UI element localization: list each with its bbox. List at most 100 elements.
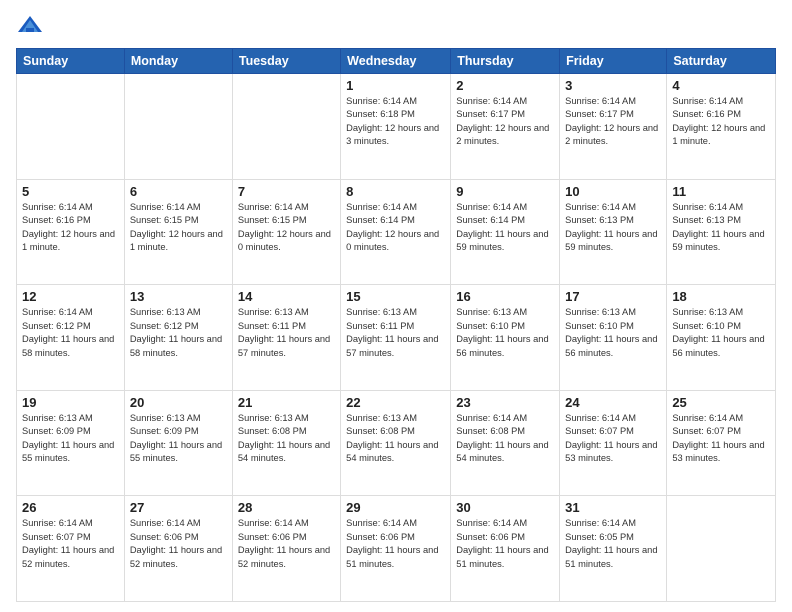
day-info: Sunrise: 6:13 AM Sunset: 6:11 PM Dayligh… [346,306,445,360]
day-cell: 31Sunrise: 6:14 AM Sunset: 6:05 PM Dayli… [560,496,667,602]
day-number: 7 [238,184,335,199]
day-number: 12 [22,289,119,304]
day-cell: 27 Sunrise: 6:14 AM Sunset: 6:06 PM Dayli… [124,496,232,602]
day-cell: 26 Sunrise: 6:14 AM Sunset: 6:07 PM Dayli… [17,496,125,602]
day-info: Sunrise: 6:14 AM Sunset: 6:17 PM Dayligh… [456,95,554,149]
day-info: Sunrise: 6:14 AM Sunset: 6:12 PM Dayligh… [22,306,119,360]
day-info: Sunrise: 6:14 AM Sunset: 6:15 PM Dayligh… [130,201,227,255]
day-info: Sunrise: 6:13 AM Sunset: 6:10 PM Dayligh… [565,306,661,360]
day-number: 11 [672,184,770,199]
day-cell: 21 Sunrise: 6:13 AM Sunset: 6:08 PM Dayli… [232,390,340,496]
calendar-table: SundayMondayTuesdayWednesdayThursdayFrid… [16,48,776,602]
day-info: Sunrise: 6:13 AM Sunset: 6:09 PM Dayligh… [22,412,119,466]
day-number: 26 [22,500,119,515]
day-number: 27 [130,500,227,515]
day-info: Sunrise: 6:14 AM Sunset: 6:06 PM Dayligh… [238,517,335,571]
day-number: 1 [346,78,445,93]
day-info: Sunrise: 6:13 AM Sunset: 6:09 PM Dayligh… [130,412,227,466]
day-cell: 9Sunrise: 6:14 AM Sunset: 6:14 PM Daylig… [451,179,560,285]
page: SundayMondayTuesdayWednesdayThursdayFrid… [0,0,792,612]
day-cell: 29 Sunrise: 6:14 AM Sunset: 6:06 PM Dayli… [341,496,451,602]
day-info: Sunrise: 6:14 AM Sunset: 6:13 PM Dayligh… [672,201,770,255]
day-cell [17,74,125,180]
day-cell: 19 Sunrise: 6:13 AM Sunset: 6:09 PM Dayli… [17,390,125,496]
day-cell: 3 Sunrise: 6:14 AM Sunset: 6:17 PM Daylig… [560,74,667,180]
day-cell: 15 Sunrise: 6:13 AM Sunset: 6:11 PM Dayli… [341,285,451,391]
col-header-wednesday: Wednesday [341,49,451,74]
day-info: Sunrise: 6:14 AM Sunset: 6:17 PM Dayligh… [565,95,661,149]
day-cell [667,496,776,602]
day-number: 20 [130,395,227,410]
day-info: Sunrise: 6:14 AM Sunset: 6:14 PM Dayligh… [346,201,445,255]
day-cell: 2Sunrise: 6:14 AM Sunset: 6:17 PM Daylig… [451,74,560,180]
day-info: Sunrise: 6:14 AM Sunset: 6:06 PM Dayligh… [346,517,445,571]
day-info: Sunrise: 6:14 AM Sunset: 6:15 PM Dayligh… [238,201,335,255]
day-cell [232,74,340,180]
day-cell: 23Sunrise: 6:14 AM Sunset: 6:08 PM Dayli… [451,390,560,496]
col-header-monday: Monday [124,49,232,74]
day-info: Sunrise: 6:13 AM Sunset: 6:08 PM Dayligh… [346,412,445,466]
day-number: 19 [22,395,119,410]
day-info: Sunrise: 6:13 AM Sunset: 6:10 PM Dayligh… [456,306,554,360]
day-cell: 6 Sunrise: 6:14 AM Sunset: 6:15 PM Daylig… [124,179,232,285]
day-number: 18 [672,289,770,304]
week-row-4: 26 Sunrise: 6:14 AM Sunset: 6:07 PM Dayli… [17,496,776,602]
col-header-sunday: Sunday [17,49,125,74]
logo-icon [16,12,44,40]
day-cell: 12 Sunrise: 6:14 AM Sunset: 6:12 PM Dayli… [17,285,125,391]
day-cell: 8 Sunrise: 6:14 AM Sunset: 6:14 PM Daylig… [341,179,451,285]
day-number: 10 [565,184,661,199]
day-number: 30 [456,500,554,515]
day-number: 31 [565,500,661,515]
day-number: 3 [565,78,661,93]
day-number: 23 [456,395,554,410]
day-info: Sunrise: 6:14 AM Sunset: 6:16 PM Dayligh… [22,201,119,255]
week-row-1: 5 Sunrise: 6:14 AM Sunset: 6:16 PM Daylig… [17,179,776,285]
day-cell: 18Sunrise: 6:13 AM Sunset: 6:10 PM Dayli… [667,285,776,391]
day-cell: 17 Sunrise: 6:13 AM Sunset: 6:10 PM Dayli… [560,285,667,391]
day-number: 25 [672,395,770,410]
day-number: 4 [672,78,770,93]
day-cell: 1 Sunrise: 6:14 AM Sunset: 6:18 PM Daylig… [341,74,451,180]
day-info: Sunrise: 6:14 AM Sunset: 6:18 PM Dayligh… [346,95,445,149]
day-number: 17 [565,289,661,304]
day-cell: 10Sunrise: 6:14 AM Sunset: 6:13 PM Dayli… [560,179,667,285]
day-cell: 14Sunrise: 6:13 AM Sunset: 6:11 PM Dayli… [232,285,340,391]
col-header-friday: Friday [560,49,667,74]
day-info: Sunrise: 6:13 AM Sunset: 6:12 PM Dayligh… [130,306,227,360]
day-cell: 22 Sunrise: 6:13 AM Sunset: 6:08 PM Dayli… [341,390,451,496]
calendar-header-row: SundayMondayTuesdayWednesdayThursdayFrid… [17,49,776,74]
day-number: 28 [238,500,335,515]
week-row-3: 19 Sunrise: 6:13 AM Sunset: 6:09 PM Dayli… [17,390,776,496]
day-number: 15 [346,289,445,304]
day-number: 6 [130,184,227,199]
day-number: 8 [346,184,445,199]
week-row-0: 1 Sunrise: 6:14 AM Sunset: 6:18 PM Daylig… [17,74,776,180]
day-cell: 13Sunrise: 6:13 AM Sunset: 6:12 PM Dayli… [124,285,232,391]
day-number: 5 [22,184,119,199]
day-number: 29 [346,500,445,515]
day-info: Sunrise: 6:14 AM Sunset: 6:07 PM Dayligh… [565,412,661,466]
day-info: Sunrise: 6:14 AM Sunset: 6:06 PM Dayligh… [130,517,227,571]
day-info: Sunrise: 6:13 AM Sunset: 6:08 PM Dayligh… [238,412,335,466]
day-info: Sunrise: 6:14 AM Sunset: 6:06 PM Dayligh… [456,517,554,571]
day-info: Sunrise: 6:14 AM Sunset: 6:07 PM Dayligh… [22,517,119,571]
day-cell: 7 Sunrise: 6:14 AM Sunset: 6:15 PM Daylig… [232,179,340,285]
day-info: Sunrise: 6:13 AM Sunset: 6:11 PM Dayligh… [238,306,335,360]
day-cell: 4 Sunrise: 6:14 AM Sunset: 6:16 PM Daylig… [667,74,776,180]
col-header-tuesday: Tuesday [232,49,340,74]
day-cell: 30 Sunrise: 6:14 AM Sunset: 6:06 PM Dayli… [451,496,560,602]
day-cell: 20 Sunrise: 6:13 AM Sunset: 6:09 PM Dayli… [124,390,232,496]
day-number: 22 [346,395,445,410]
day-info: Sunrise: 6:14 AM Sunset: 6:07 PM Dayligh… [672,412,770,466]
day-cell: 24Sunrise: 6:14 AM Sunset: 6:07 PM Dayli… [560,390,667,496]
day-cell: 11 Sunrise: 6:14 AM Sunset: 6:13 PM Dayli… [667,179,776,285]
header [16,12,776,40]
day-cell [124,74,232,180]
day-number: 21 [238,395,335,410]
day-cell: 5 Sunrise: 6:14 AM Sunset: 6:16 PM Daylig… [17,179,125,285]
day-info: Sunrise: 6:14 AM Sunset: 6:16 PM Dayligh… [672,95,770,149]
col-header-saturday: Saturday [667,49,776,74]
day-cell: 28 Sunrise: 6:14 AM Sunset: 6:06 PM Dayli… [232,496,340,602]
logo [16,12,48,40]
